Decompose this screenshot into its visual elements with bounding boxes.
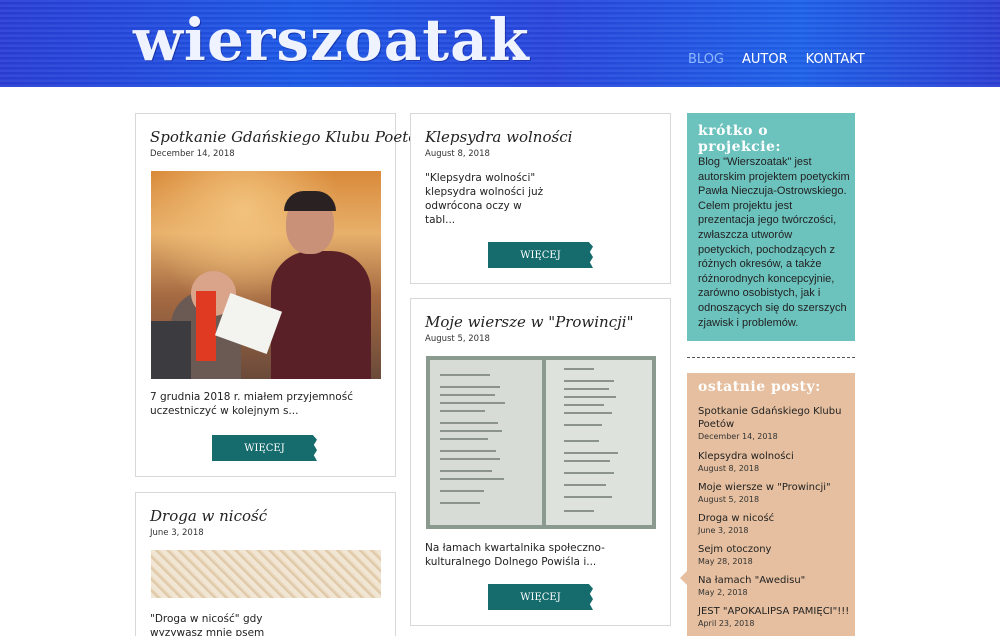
post-title[interactable]: Spotkanie Gdańskiego Klubu Poetów <box>150 128 430 146</box>
post-date: August 8, 2018 <box>425 149 490 159</box>
recent-post-date: August 5, 2018 <box>698 495 760 504</box>
site-header: wierszoatak BLOG AUTOR KONTAKT <box>0 0 1000 87</box>
post-excerpt: "Droga w nicość" gdy wyzywasz mnie psem <box>150 613 265 636</box>
main-nav: BLOG AUTOR KONTAKT <box>688 52 865 67</box>
sidebar-divider <box>687 357 855 358</box>
recent-post-title[interactable]: Klepsydra wolności <box>698 450 850 463</box>
post-title[interactable]: Moje wiersze w "Prowincji" <box>425 313 633 331</box>
recent-post-date: August 8, 2018 <box>698 464 760 473</box>
more-button[interactable]: WIĘCEJ <box>488 242 593 268</box>
recent-post-title[interactable]: JEST "APOKALIPSA PAMIĘCI"!!! <box>698 605 850 618</box>
about-widget: krótko o projekcie: Blog "Wierszoatak" j… <box>687 113 855 341</box>
recent-post-title[interactable]: Moje wiersze w "Prowincji" <box>698 481 850 494</box>
nav-autor[interactable]: AUTOR <box>742 52 788 67</box>
about-text: Blog "Wierszoatak" jest autorskim projek… <box>698 156 850 329</box>
recent-post-item[interactable]: Klepsydra wolności August 8, 2018 <box>698 450 850 473</box>
nav-blog[interactable]: BLOG <box>688 52 724 67</box>
recent-post-title[interactable]: Na łamach "Awedisu" <box>698 574 850 587</box>
post-card: Klepsydra wolności August 8, 2018 "Kleps… <box>410 113 671 284</box>
recent-post-date: May 28, 2018 <box>698 557 753 566</box>
post-date: August 5, 2018 <box>425 334 490 344</box>
about-title: krótko o projekcie: <box>698 123 782 155</box>
post-excerpt: Na łamach kwartalnika społeczno-kultural… <box>425 542 605 568</box>
recent-post-title[interactable]: Spotkanie Gdańskiego Klubu Poetów <box>698 405 850 431</box>
post-title[interactable]: Droga w nicość <box>150 507 267 525</box>
recent-post-item[interactable]: Droga w nicość June 3, 2018 <box>698 512 850 535</box>
recent-post-title[interactable]: Sejm otoczony <box>698 543 850 556</box>
recent-post-item[interactable]: Sejm otoczony May 28, 2018 <box>698 543 850 566</box>
post-photo[interactable] <box>426 356 656 529</box>
site-logo[interactable]: wierszoatak <box>133 6 530 74</box>
recent-post-item[interactable]: JEST "APOKALIPSA PAMIĘCI"!!! April 23, 2… <box>698 605 850 628</box>
post-photo[interactable] <box>151 171 381 379</box>
post-excerpt: "Klepsydra wolności" klepsydra wolności … <box>425 172 544 226</box>
recent-post-date: December 14, 2018 <box>698 432 778 441</box>
post-image[interactable] <box>151 550 381 598</box>
nav-kontakt[interactable]: KONTAKT <box>806 52 865 67</box>
recent-post-item[interactable]: Moje wiersze w "Prowincji" August 5, 201… <box>698 481 850 504</box>
recent-post-item[interactable]: Na łamach "Awedisu" May 2, 2018 <box>698 574 850 597</box>
recent-post-date: June 3, 2018 <box>698 526 749 535</box>
post-title[interactable]: Klepsydra wolności <box>425 128 572 146</box>
book-page-left <box>430 360 542 525</box>
recent-post-title[interactable]: Droga w nicość <box>698 512 850 525</box>
recent-post-date: May 2, 2018 <box>698 588 748 597</box>
recent-posts-widget: ostatnie posty: Spotkanie Gdańskiego Klu… <box>680 373 855 636</box>
post-excerpt: 7 grudnia 2018 r. miałem przyjemność ucz… <box>150 391 353 417</box>
book-page-right <box>546 360 652 525</box>
more-button[interactable]: WIĘCEJ <box>212 435 317 461</box>
more-button[interactable]: WIĘCEJ <box>488 584 593 610</box>
recent-post-item[interactable]: Spotkanie Gdańskiego Klubu Poetów Decemb… <box>698 405 850 441</box>
post-date: June 3, 2018 <box>150 528 204 538</box>
post-card: Moje wiersze w "Prowincji" August 5, 201… <box>410 298 671 626</box>
post-card: Droga w nicość June 3, 2018 "Droga w nic… <box>135 492 396 636</box>
post-date: December 14, 2018 <box>150 149 235 159</box>
recent-title: ostatnie posty: <box>698 379 821 395</box>
post-card: Spotkanie Gdańskiego Klubu Poetów Decemb… <box>135 113 430 477</box>
recent-post-date: April 23, 2018 <box>698 619 755 628</box>
